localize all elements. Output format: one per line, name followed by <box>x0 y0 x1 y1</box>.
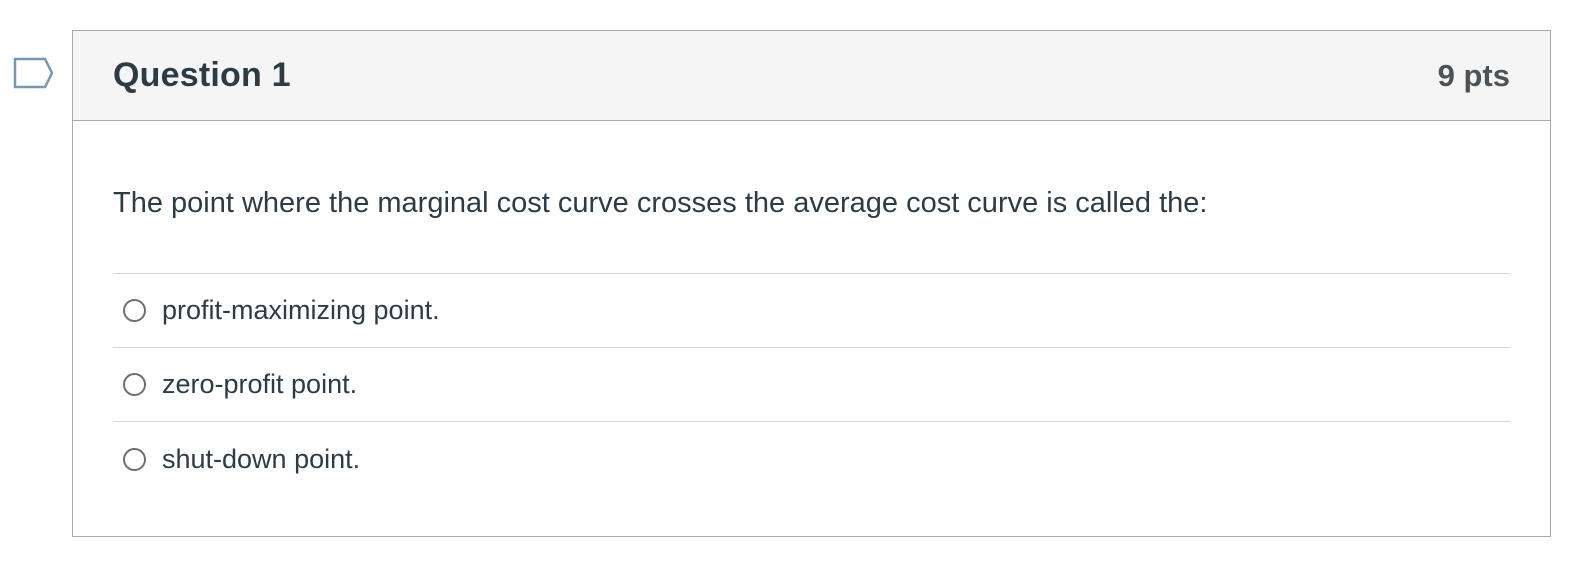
question-text: The point where the marginal cost curve … <box>113 187 1208 219</box>
answer-option-profit-maximizing[interactable]: profit-maximizing point. <box>113 274 1510 348</box>
answer-label: zero-profit point. <box>162 369 358 399</box>
question-body: The point where the marginal cost curve … <box>73 185 1550 496</box>
answer-label: shut-down point. <box>162 443 361 474</box>
answer-label: profit-maximizing point. <box>162 295 440 325</box>
answer-option-shut-down[interactable]: shut-down point. <box>113 422 1510 496</box>
radio-button[interactable] <box>123 373 146 396</box>
question-points: 9 pts <box>1437 57 1510 93</box>
radio-button[interactable] <box>123 299 146 322</box>
answer-option-zero-profit[interactable]: zero-profit point. <box>113 348 1510 422</box>
question-title: Question 1 <box>113 56 291 94</box>
question-header: Question 1 9 pts <box>73 31 1550 121</box>
question-card: Question 1 9 pts The point where the mar… <box>72 30 1551 537</box>
flag-question-icon[interactable] <box>12 56 56 90</box>
radio-button[interactable] <box>123 447 146 471</box>
answer-list: profit-maximizing point. zero-profit poi… <box>113 273 1510 496</box>
